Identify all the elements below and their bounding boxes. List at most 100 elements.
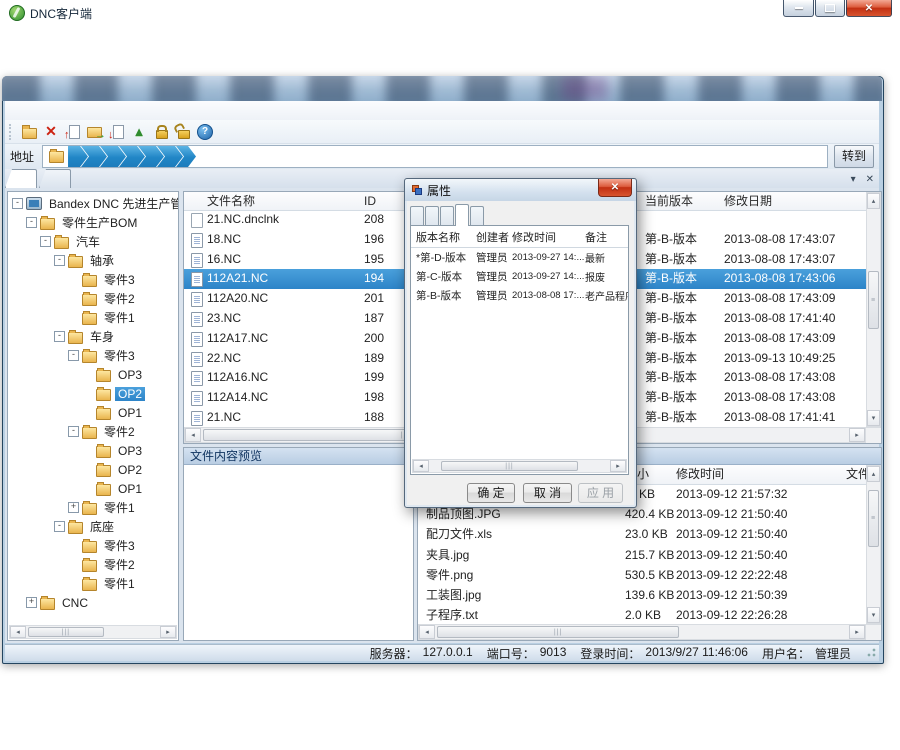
scroll-left-icon[interactable]: ◂ (185, 428, 201, 442)
scroll-up-icon[interactable]: ▴ (867, 466, 880, 482)
help-icon[interactable] (195, 123, 215, 141)
column-header-note[interactable]: 备注 (585, 229, 628, 245)
tree-item[interactable]: + CNC (8, 593, 178, 612)
scroll-right-icon[interactable]: ▸ (849, 625, 865, 639)
expand-toggle-icon[interactable]: - (40, 236, 51, 247)
column-header-modified[interactable]: 修改时间 (512, 229, 585, 245)
scroll-up-icon[interactable]: ▴ (867, 193, 880, 209)
column-header-file[interactable]: 文件(& (846, 465, 867, 484)
column-header-date[interactable]: 修改日期 (724, 192, 772, 210)
list-item[interactable]: 零件.png 530.5 KB 2013-09-12 22:22:48 (418, 565, 866, 585)
tree-item[interactable]: - 底座 (8, 517, 178, 536)
list-item[interactable]: 工装图.jpg 139.6 KB 2013-09-12 21:50:39 (418, 585, 866, 605)
checkout-file-icon[interactable] (107, 123, 127, 141)
cancel-button[interactable]: 取 消 (523, 483, 572, 503)
expand-toggle-icon[interactable]: + (68, 502, 79, 513)
tree-item[interactable]: 零件1 (8, 574, 178, 593)
expand-toggle-icon[interactable]: + (26, 597, 37, 608)
dialog-hscrollbar[interactable]: ◂ ||| ▸ (412, 459, 627, 473)
expand-toggle-icon[interactable]: - (26, 217, 37, 228)
address-field[interactable] (42, 145, 828, 168)
expand-toggle-icon[interactable]: - (68, 350, 79, 361)
unlock-icon[interactable] (173, 123, 193, 141)
dialog-close-button[interactable]: ✕ (598, 179, 632, 197)
lock-icon[interactable] (151, 123, 171, 141)
close-button[interactable]: ✕ (846, 0, 892, 17)
tree-item[interactable]: OP2 (8, 384, 178, 403)
dialog-tab[interactable] (425, 206, 439, 226)
scroll-down-icon[interactable]: ▾ (867, 607, 880, 623)
tree-item[interactable]: 零件3 (8, 270, 178, 289)
version-note: 最新 (585, 250, 628, 265)
ok-button[interactable]: 确 定 (467, 483, 515, 503)
dialog-tab[interactable] (440, 206, 454, 226)
file-version: 第-B-版本 (645, 289, 697, 309)
new-folder-icon[interactable] (19, 123, 39, 141)
scroll-right-icon[interactable]: ▸ (849, 428, 865, 442)
dialog-tab[interactable] (470, 206, 484, 226)
dialog-tab[interactable] (410, 206, 424, 226)
column-header-creator[interactable]: 创建者 (476, 229, 512, 245)
scroll-right-icon[interactable]: ▸ (610, 460, 626, 472)
scroll-left-icon[interactable]: ◂ (413, 460, 429, 472)
tree-item[interactable]: 零件3 (8, 536, 178, 555)
tree-item[interactable]: - 汽车 (8, 232, 178, 251)
toolbar-grip[interactable] (9, 124, 14, 140)
title-bar[interactable] (2, 76, 882, 101)
column-header-time[interactable]: 修改时间 (676, 465, 724, 484)
close-pane-icon[interactable]: ✕ (866, 174, 874, 185)
tree-item[interactable]: - 零件生产BOM (8, 213, 178, 232)
tree-item[interactable]: 零件1 (8, 308, 178, 327)
scroll-right-icon[interactable]: ▸ (160, 626, 176, 638)
view-tab[interactable] (39, 169, 71, 188)
version-table-row[interactable]: 第-C-版本 管理员 2013-09-27 14:... 报废 (411, 267, 628, 286)
related-files-hscrollbar[interactable]: ◂ ||| ▸ (418, 624, 866, 640)
expand-toggle-icon[interactable]: - (68, 426, 79, 437)
list-item[interactable]: 夹具.jpg 215.7 KB 2013-09-12 21:50:40 (418, 545, 866, 565)
delete-icon[interactable] (41, 123, 61, 141)
scroll-left-icon[interactable]: ◂ (10, 626, 26, 638)
minimize-button[interactable] (783, 0, 814, 17)
tree-item[interactable]: 零件2 (8, 555, 178, 574)
column-header-version-name[interactable]: 版本名称 (411, 229, 476, 245)
tree-item[interactable]: - 零件2 (8, 422, 178, 441)
tree-item[interactable]: - 车身 (8, 327, 178, 346)
tree-item[interactable]: + 零件1 (8, 498, 178, 517)
tree-item[interactable]: OP1 (8, 479, 178, 498)
related-files-vscrollbar[interactable]: ▴ ≡ ▾ (866, 465, 881, 624)
scroll-down-icon[interactable]: ▾ (867, 410, 880, 426)
tree-item[interactable]: OP1 (8, 403, 178, 422)
tree-item[interactable]: 零件2 (8, 289, 178, 308)
version-table-row[interactable]: 第-B-版本 管理员 2013-08-08 17:... 老产品程序 (411, 286, 628, 305)
expand-toggle-icon[interactable]: - (54, 255, 65, 266)
list-item[interactable]: 子程序.txt 2.0 KB 2013-09-12 22:26:28 (418, 605, 866, 624)
go-button[interactable]: 转到 (834, 145, 874, 168)
column-header-name[interactable]: 文件名称 (207, 192, 359, 210)
column-header-id[interactable]: ID (364, 192, 376, 210)
file-list-vscrollbar[interactable]: ▴ ≡ ▾ (866, 192, 881, 427)
tree-item[interactable]: - 零件3 (8, 346, 178, 365)
expand-toggle-icon[interactable]: - (12, 198, 23, 209)
expand-toggle-icon[interactable]: - (54, 521, 65, 532)
scroll-left-icon[interactable]: ◂ (419, 625, 435, 639)
view-tab[interactable] (5, 169, 37, 188)
version-table-row[interactable]: *第-D-版本 管理员 2013-09-27 14:... 最新 (411, 248, 628, 267)
expand-toggle-icon[interactable]: - (54, 331, 65, 342)
chevron-down-icon[interactable]: ▾ (851, 174, 856, 185)
tree-item[interactable]: OP2 (8, 460, 178, 479)
column-header-version[interactable]: 当前版本 (645, 192, 693, 210)
tree-item[interactable]: OP3 (8, 441, 178, 460)
dialog-tab[interactable] (455, 204, 469, 226)
checkin-file-icon[interactable] (63, 123, 83, 141)
list-item[interactable]: 配刀文件.xls 23.0 KB 2013-09-12 21:50:40 (418, 524, 866, 544)
tree-item[interactable]: - Bandex DNC 先进生产管理系统 (8, 194, 178, 213)
file-date: 2013-08-08 17:43:07 (724, 250, 835, 270)
upload-icon[interactable] (129, 123, 149, 141)
receive-folder-icon[interactable] (85, 123, 105, 141)
tree-hscrollbar[interactable]: ◂ ||| ▸ (9, 625, 177, 639)
maximize-button[interactable] (815, 0, 845, 17)
preview-content[interactable] (191, 469, 411, 638)
tree-item[interactable]: - 轴承 (8, 251, 178, 270)
resize-grip[interactable] (865, 648, 876, 659)
tree-item[interactable]: OP3 (8, 365, 178, 384)
